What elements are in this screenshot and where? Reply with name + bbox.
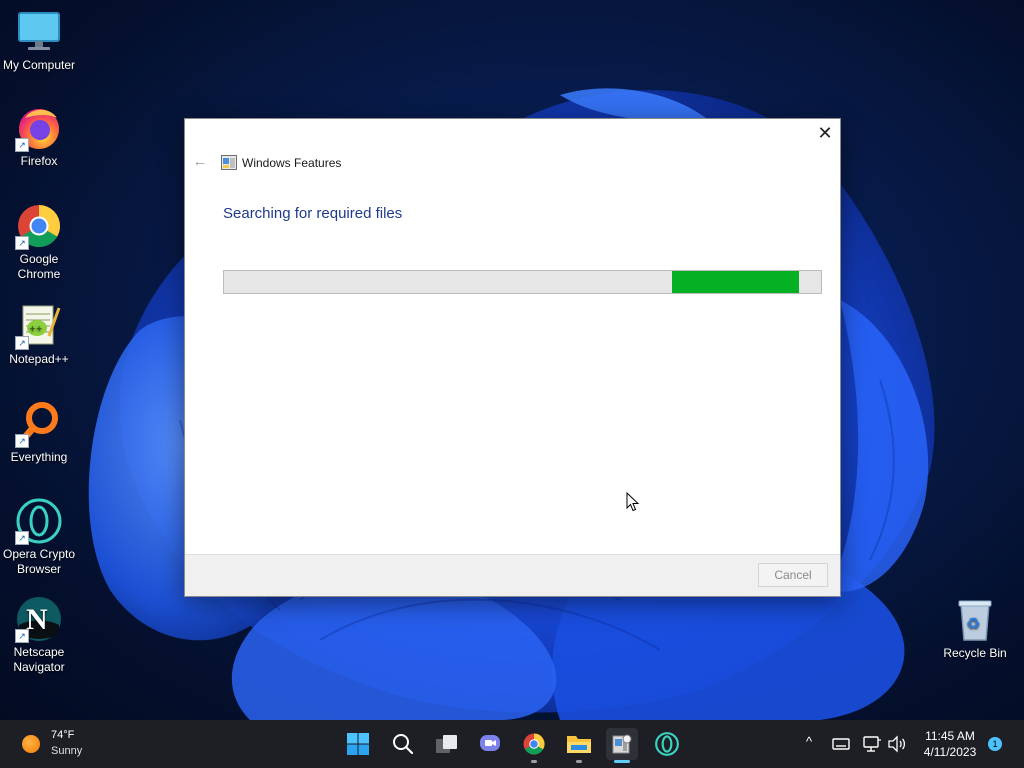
task-view-icon [436, 735, 457, 753]
desktop-icon-label: Firefox [20, 154, 58, 168]
progress-bar [223, 270, 822, 294]
close-button[interactable]: ✕ [810, 119, 840, 147]
taskbar-start-button[interactable] [342, 728, 374, 760]
mouse-cursor-icon [626, 492, 640, 512]
chrome-icon [523, 733, 545, 755]
chat-icon [480, 735, 500, 751]
windows-features-icon [221, 155, 237, 170]
show-hidden-icons-chevron-icon[interactable]: ^ [800, 734, 818, 749]
clock-time: 11:45 AM [925, 729, 975, 743]
folder-icon [567, 736, 591, 753]
desktop-icon-label: Google Chrome [17, 252, 61, 281]
svg-text:++: ++ [29, 324, 42, 333]
shortcut-arrow-icon: ↗ [15, 336, 29, 350]
desktop-icon-recycle-bin[interactable]: ♻ Recycle Bin [936, 596, 1014, 661]
shortcut-arrow-icon: ↗ [15, 236, 29, 250]
taskbar-search-button[interactable] [387, 728, 419, 760]
notepadpp-icon: ++ ↗ [15, 302, 63, 350]
notification-badge[interactable]: 1 [988, 737, 1002, 751]
volume-icon[interactable] [887, 734, 907, 754]
desktop-icon-label: Opera Crypto Browser [2, 547, 76, 576]
desktop-icon-label: My Computer [2, 58, 76, 72]
desktop-icon-netscape[interactable]: N ↗ Netscape Navigator [0, 595, 78, 675]
firefox-icon: ↗ [15, 104, 63, 152]
taskbar-task-view-button[interactable] [431, 728, 463, 760]
desktop-icon-everything[interactable]: ↗ Everything [0, 400, 78, 465]
recycle-bin-icon: ♻ [951, 596, 999, 644]
clock-date: 4/11/2023 [923, 745, 977, 759]
desktop-icon-opera-crypto[interactable]: ↗ Opera Crypto Browser [0, 497, 78, 577]
desktop-icon-firefox[interactable]: ↗ Firefox [0, 104, 78, 169]
weather-condition: Sunny [51, 745, 83, 757]
taskbar-clock[interactable]: 11:45 AM 4/11/2023 [916, 728, 984, 760]
taskbar-opera-button[interactable] [651, 728, 683, 760]
desktop-icon-label: Notepad++ [9, 352, 69, 366]
touch-keyboard-icon[interactable] [831, 734, 851, 754]
sun-icon [22, 735, 40, 753]
desktop-icon-label: Everything [10, 450, 68, 464]
taskbar-chat-button[interactable] [474, 728, 506, 760]
desktop-icon-google-chrome[interactable]: ↗ Google Chrome [0, 202, 78, 282]
desktop-icon-label: Recycle Bin [943, 646, 1007, 660]
svg-text:N: N [26, 603, 48, 636]
progress-marquee-fill [672, 271, 799, 293]
windows-features-icon [612, 734, 632, 754]
taskbar-file-explorer-button[interactable] [563, 728, 595, 763]
running-indicator [576, 760, 582, 763]
everything-search-icon: ↗ [15, 400, 63, 448]
taskbar: 74°F Sunny ^ 11:45 AM 4/11/2023 1 [0, 720, 1024, 768]
windows-features-dialog: ✕ ← Windows Features Searching for requi… [184, 118, 841, 597]
shortcut-arrow-icon: ↗ [15, 138, 29, 152]
back-button[interactable]: ← [191, 153, 209, 171]
opera-icon [655, 732, 679, 756]
svg-text:♻: ♻ [966, 614, 980, 633]
dialog-footer: Cancel [185, 554, 840, 596]
chrome-icon: ↗ [15, 202, 63, 250]
network-icon[interactable] [862, 734, 882, 754]
dialog-title: Windows Features [242, 156, 342, 170]
shortcut-arrow-icon: ↗ [15, 629, 29, 643]
desktop-icon-my-computer[interactable]: My Computer [0, 8, 78, 73]
taskbar-chrome-button[interactable] [518, 728, 550, 763]
netscape-icon: N ↗ [15, 595, 63, 643]
monitor-icon [15, 8, 63, 56]
desktop-icon-notepadpp[interactable]: ++ ↗ Notepad++ [0, 302, 78, 367]
windows-start-icon [347, 733, 369, 755]
shortcut-arrow-icon: ↗ [15, 531, 29, 545]
running-indicator [531, 760, 537, 763]
search-icon [393, 734, 414, 755]
opera-icon: ↗ [15, 497, 63, 545]
active-indicator [614, 760, 630, 763]
status-heading: Searching for required files [223, 205, 403, 222]
cancel-button[interactable]: Cancel [758, 563, 828, 587]
taskbar-windows-features-button[interactable] [606, 728, 638, 763]
desktop-icon-label: Netscape Navigator [13, 645, 65, 674]
desktop: My Computer ↗ Firefox ↗ Google Chrome ++… [0, 0, 1024, 720]
weather-temperature: 74°F [51, 729, 75, 741]
shortcut-arrow-icon: ↗ [15, 434, 29, 448]
